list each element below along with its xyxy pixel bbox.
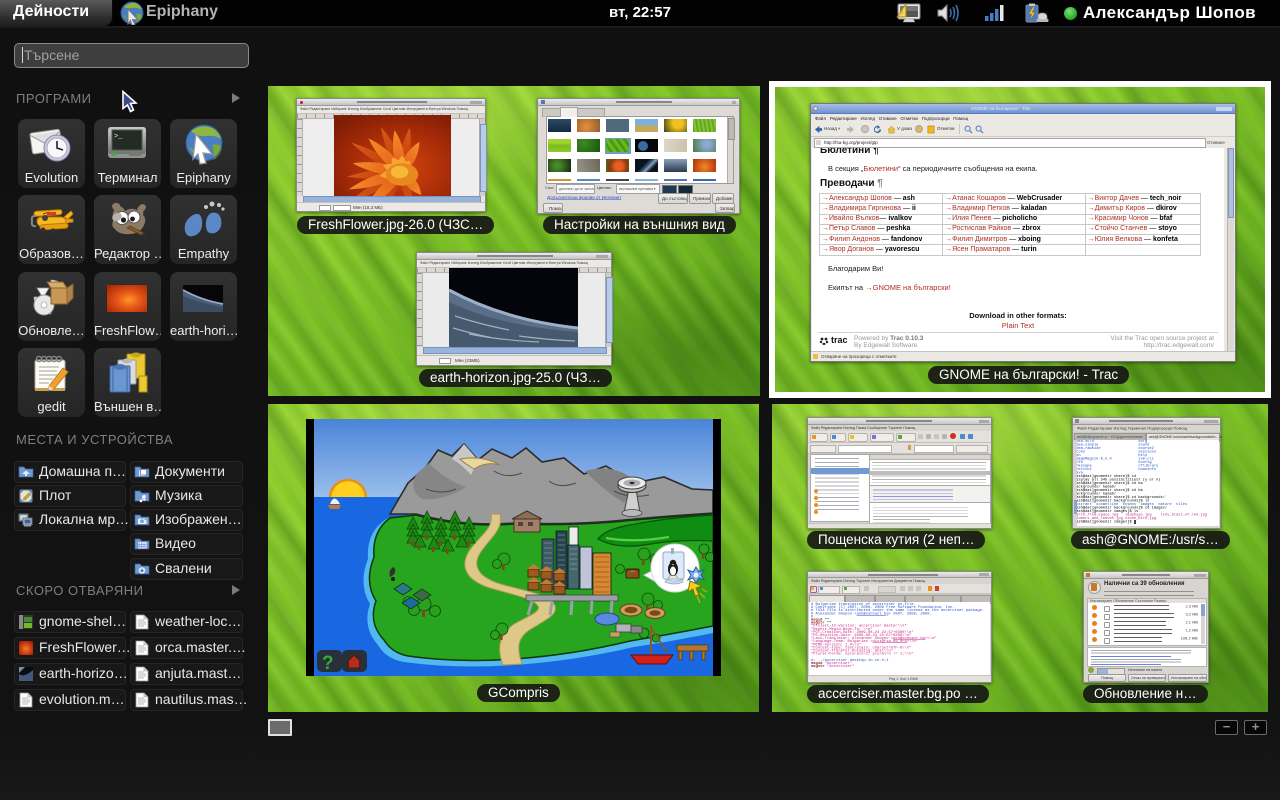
svg-text:>_: >_	[114, 133, 123, 141]
svg-text:?: ?	[322, 653, 334, 674]
